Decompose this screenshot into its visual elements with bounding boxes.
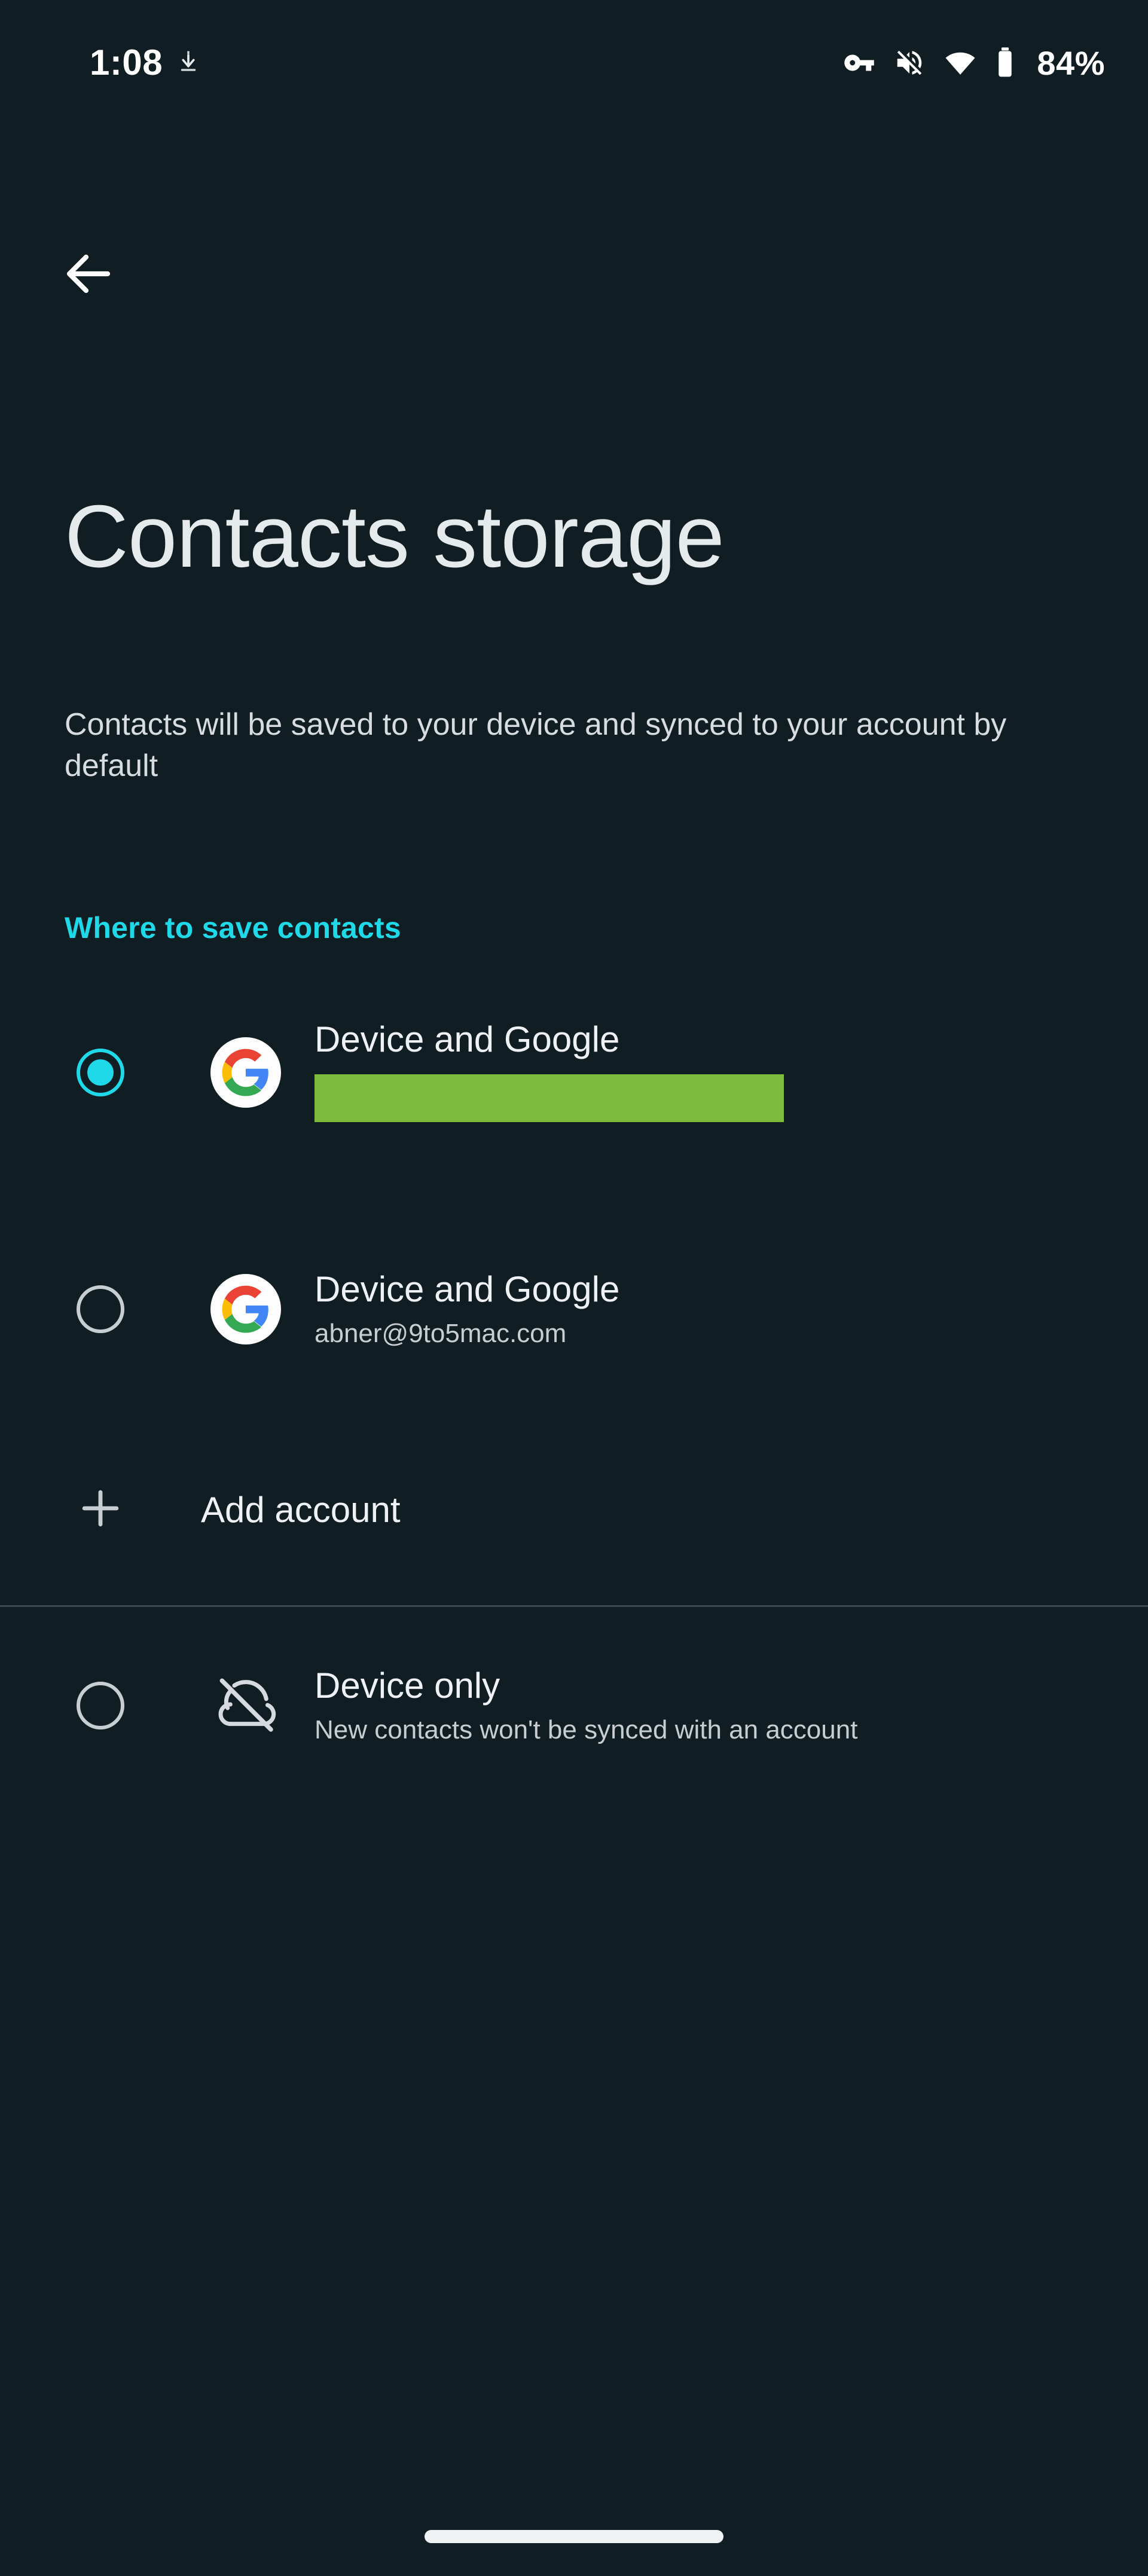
text-cell-device-only: Device only New contacts won't be synced… xyxy=(315,1665,857,1746)
radio-cell-device-only[interactable] xyxy=(0,1607,201,1804)
battery-icon xyxy=(995,46,1015,80)
volume-off-icon xyxy=(893,47,926,79)
page-title: Contacts storage xyxy=(65,487,725,586)
back-button[interactable] xyxy=(47,233,130,317)
status-bar: 1:08 84% xyxy=(0,0,1148,126)
option-row-device-only[interactable]: Device only New contacts won't be synced… xyxy=(0,1607,1148,1804)
radio-button-google-secondary[interactable] xyxy=(77,1285,124,1333)
contacts-storage-screen: 1:08 84% Contacts storage Contacts will … xyxy=(0,0,1148,2576)
option-title-google-primary: Device and Google xyxy=(315,1019,620,1059)
radio-cell-google-secondary[interactable] xyxy=(0,1205,201,1414)
wifi-icon xyxy=(944,46,977,80)
icon-cell-google-secondary xyxy=(201,1274,291,1344)
back-arrow-icon xyxy=(60,245,117,305)
option-row-google-secondary[interactable]: Device and Google abner@9to5mac.com xyxy=(0,1205,1148,1414)
option-title-google-secondary: Device and Google xyxy=(315,1269,620,1310)
status-bar-left: 1:08 xyxy=(90,45,201,81)
battery-percent-label: 84% xyxy=(1037,44,1105,82)
download-icon xyxy=(176,47,201,79)
section-header-where-to-save: Where to save contacts xyxy=(65,911,401,945)
home-indicator[interactable] xyxy=(425,2530,723,2543)
storage-options-list: Device and Google Device and Google abne… xyxy=(0,992,1148,1804)
radio-cell-google-primary[interactable] xyxy=(0,1019,201,1126)
text-cell-google-primary: Device and Google xyxy=(315,1019,784,1122)
icon-cell-device-only xyxy=(201,1671,291,1741)
option-title-device-only: Device only xyxy=(315,1666,500,1706)
plus-icon xyxy=(75,1483,126,1537)
add-account-row[interactable]: Add account xyxy=(0,1414,1148,1605)
icon-cell-google-primary xyxy=(201,1019,291,1126)
option-subtitle-google-secondary: abner@9to5mac.com xyxy=(315,1318,567,1348)
redacted-account-bar xyxy=(315,1074,784,1122)
option-row-google-primary[interactable]: Device and Google xyxy=(0,992,1148,1205)
plus-cell xyxy=(0,1483,201,1537)
status-clock: 1:08 xyxy=(90,42,163,82)
add-account-label: Add account xyxy=(201,1489,401,1530)
google-logo-icon xyxy=(210,1274,281,1344)
google-logo-icon xyxy=(210,1037,281,1108)
radio-button-device-only[interactable] xyxy=(77,1682,124,1729)
text-cell-google-secondary: Device and Google abner@9to5mac.com xyxy=(315,1269,619,1350)
page-description: Contacts will be saved to your device an… xyxy=(65,707,1007,784)
option-subtitle-device-only: New contacts won't be synced with an acc… xyxy=(315,1715,858,1744)
radio-button-google-primary[interactable] xyxy=(77,1049,124,1096)
status-bar-right: 84% xyxy=(843,44,1105,82)
cloud-off-icon xyxy=(212,1671,279,1741)
vpn-key-icon xyxy=(843,47,875,79)
